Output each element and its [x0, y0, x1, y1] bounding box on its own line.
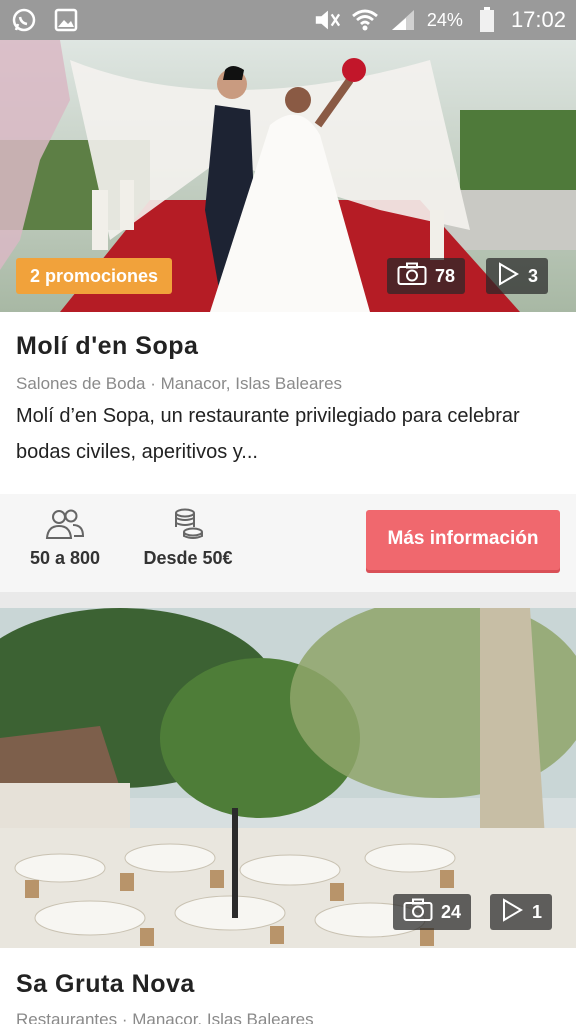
video-count-badge[interactable]: 1: [490, 894, 553, 930]
listing-card[interactable]: 2 promociones 78 3 Molí d'en Sopa Salone…: [0, 40, 576, 592]
mute-icon: [313, 6, 341, 34]
photo-count-badge[interactable]: 78: [387, 258, 466, 294]
video-count: 1: [532, 901, 543, 922]
photo-count-badge[interactable]: 24: [393, 894, 472, 930]
capacity-value: 50 a 800: [29, 548, 101, 568]
clock: 17:02: [510, 7, 566, 32]
photo-count: 78: [435, 265, 456, 286]
listing-description: Molí d’en Sopa, un restaurante privilegi…: [16, 405, 520, 463]
battery-percent: 24%: [426, 9, 463, 30]
wifi-icon: [351, 6, 379, 34]
price-value: Desde 50€: [143, 548, 233, 568]
play-icon: [496, 261, 520, 291]
listing-stats: 50 a 800 Desde 50€ Más información: [0, 494, 576, 592]
photo-count: 24: [441, 901, 462, 922]
listing-title[interactable]: Molí d'en Sopa: [16, 332, 198, 361]
listing-subtitle: Restaurantes · Manacor, Islas Baleares: [16, 1010, 314, 1024]
listing-subtitle: Salones de Boda · Manacor, Islas Baleare…: [16, 374, 343, 393]
more-info-button[interactable]: Más información: [366, 510, 560, 570]
promotions-badge[interactable]: 2 promociones: [16, 258, 173, 294]
camera-icon: [397, 262, 427, 291]
whatsapp-icon: [10, 6, 38, 34]
coins-icon: [132, 508, 244, 540]
play-icon: [500, 897, 524, 927]
listing-card[interactable]: 24 1 Sa Gruta Nova Restaurantes · Manaco…: [0, 608, 576, 1024]
capacity-stat: 50 a 800: [18, 508, 112, 569]
status-bar: 24% 17:02: [0, 0, 576, 40]
video-count: 3: [528, 265, 539, 286]
signal-icon: [389, 6, 417, 34]
gallery-icon: [52, 6, 80, 34]
camera-icon: [403, 898, 433, 927]
listing-title[interactable]: Sa Gruta Nova: [16, 970, 195, 999]
battery-icon: [473, 6, 501, 34]
video-count-badge[interactable]: 3: [486, 258, 549, 294]
guests-icon: [18, 508, 112, 540]
price-stat: Desde 50€: [132, 508, 244, 569]
